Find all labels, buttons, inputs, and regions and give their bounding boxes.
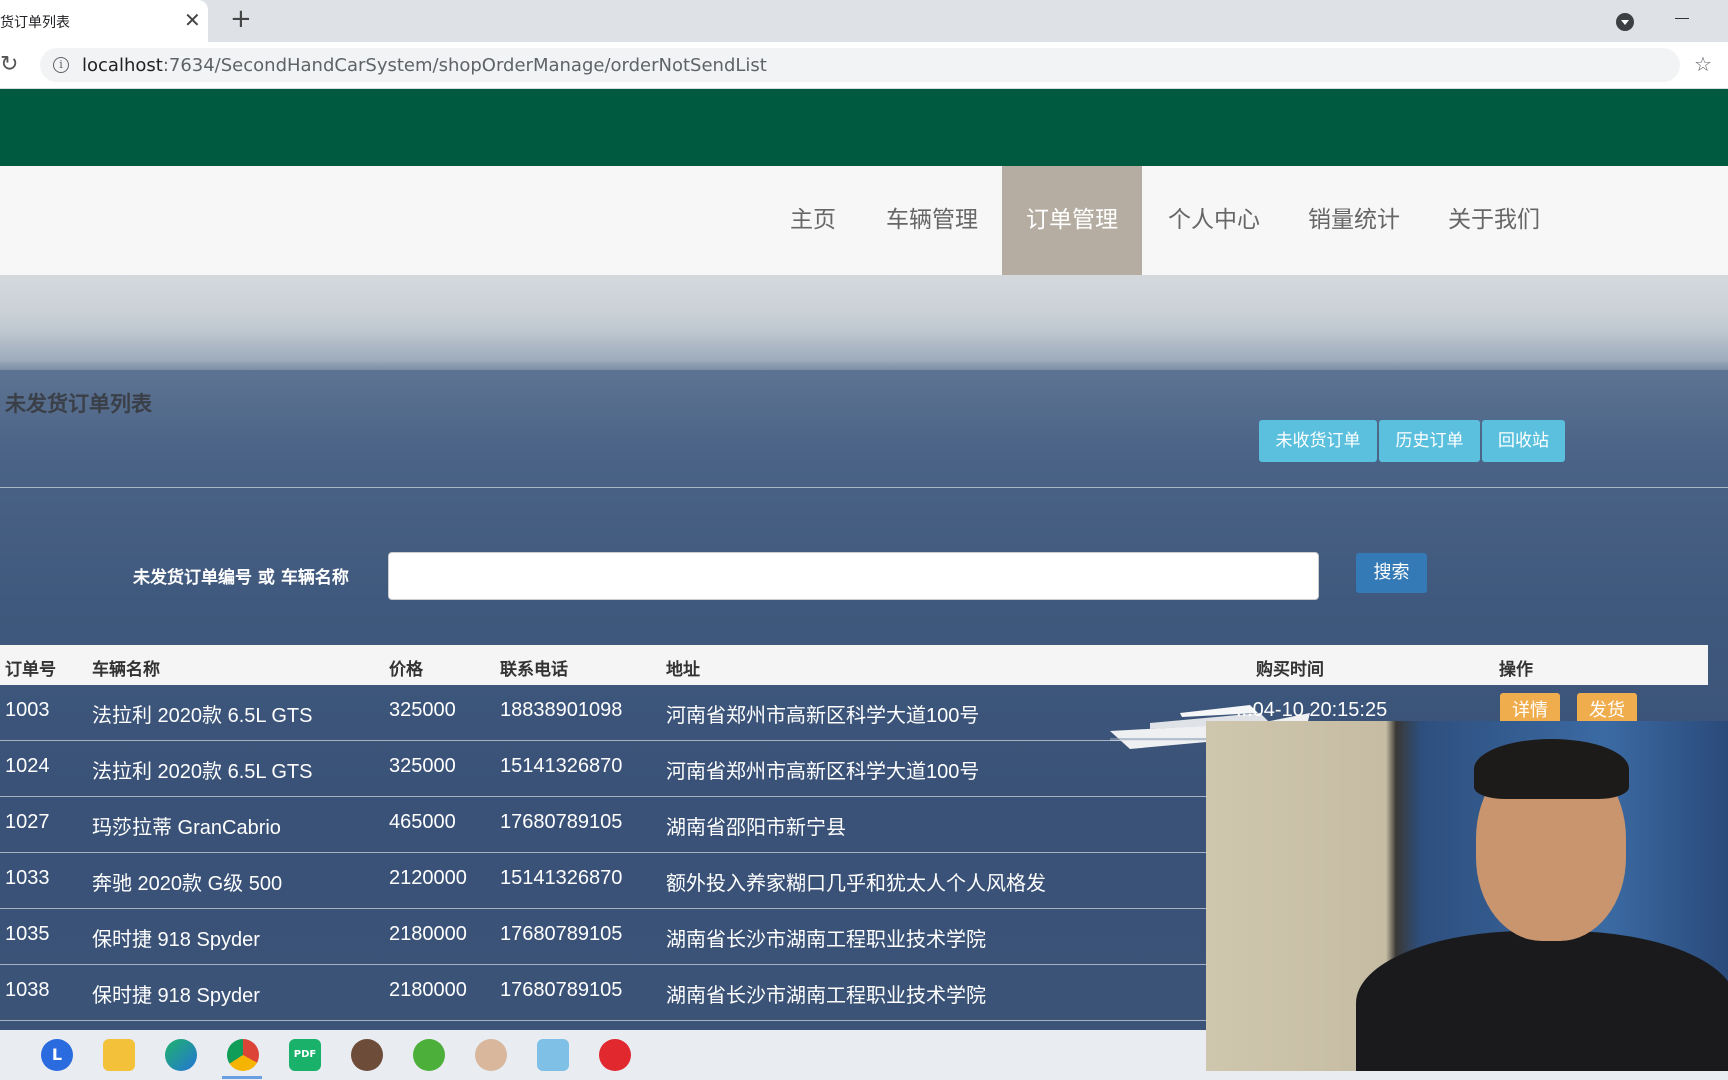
url-host: localhost [82,55,163,76]
column-header-car-name: 车辆名称 [92,660,160,680]
chrome-icon[interactable] [227,1039,259,1071]
browser-tab-bar: 货订单列表 ✕ + [0,0,1728,42]
bookmark-star-icon[interactable]: ☆ [1694,52,1712,76]
car-name: 保时捷 918 Spyder [92,929,260,951]
phone: 17680789105 [500,811,623,833]
address: 河南省郑州市高新区科学大道100号 [666,761,980,783]
avatar-app-icon[interactable] [475,1039,507,1071]
webcam-overlay [1206,721,1728,1071]
order-id: 1035 [5,923,50,945]
price: 2180000 [389,923,467,945]
omnibox[interactable]: i localhost:7634/SecondHandCarSystem/sho… [40,48,1680,82]
column-header-address: 地址 [666,660,700,680]
lenovo-icon[interactable]: L [41,1039,73,1071]
webcam-person-body [1356,931,1728,1071]
tab-search-icon[interactable] [1616,13,1634,31]
search-label: 未发货订单编号 或 车辆名称 [133,568,349,588]
app-icon[interactable] [351,1039,383,1071]
new-tab-icon[interactable]: + [230,4,252,34]
column-header-purchase-time: 购买时间 [1256,660,1324,680]
notes-icon[interactable] [537,1039,569,1071]
table-header: 订单号 车辆名称 价格 联系电话 地址 购买时间 操作 [0,645,1708,685]
divider [0,487,1728,488]
order-id: 1038 [5,979,50,1001]
car-name: 保时捷 918 Spyder [92,985,260,1007]
order-id: 1024 [5,755,50,777]
phone: 17680789105 [500,979,623,1001]
url-text[interactable]: localhost:7634/SecondHandCarSystem/shopO… [82,55,767,76]
pdf-icon[interactable]: PDF [289,1039,321,1071]
address: 湖南省长沙市湖南工程职业技术学院 [666,985,986,1007]
edge-icon[interactable] [165,1039,197,1071]
car-name: 法拉利 2020款 6.5L GTS [92,761,313,783]
search-button[interactable]: 搜索 [1356,553,1427,593]
address: 湖南省长沙市湖南工程职业技术学院 [666,929,986,951]
nav-item-orders[interactable]: 订单管理 [1002,166,1142,275]
active-app-indicator [222,1076,262,1079]
address: 湖南省邵阳市新宁县 [666,817,846,839]
main-nav: 主页 车辆管理 订单管理 个人中心 销量统计 关于我们 [0,166,1728,275]
green-app-icon[interactable] [413,1039,445,1071]
netease-music-icon[interactable] [599,1039,631,1071]
phone: 15141326870 [500,755,623,777]
site-header-band [0,89,1728,166]
recycle-bin-button[interactable]: 回收站 [1482,420,1565,462]
price: 325000 [389,755,456,777]
address: 河南省郑州市高新区科学大道100号 [666,705,980,727]
phone: 15141326870 [500,867,623,889]
nav-item-sales-stats[interactable]: 销量统计 [1296,166,1412,275]
nav-item-about[interactable]: 关于我们 [1436,166,1552,275]
nav-item-vehicles[interactable]: 车辆管理 [874,166,990,275]
address-bar: ↻ i localhost:7634/SecondHandCarSystem/s… [0,42,1728,89]
car-name: 奔驰 2020款 G级 500 [92,873,283,895]
nav-item-home[interactable]: 主页 [772,166,854,275]
column-header-phone: 联系电话 [500,660,568,680]
order-id: 1027 [5,811,50,833]
price: 2120000 [389,867,467,889]
browser-tab[interactable]: 货订单列表 ✕ [0,0,208,42]
column-header-price: 价格 [389,660,423,680]
column-header-actions: 操作 [1499,660,1533,680]
purchase-time: ...04-10 20:15:25 [1236,699,1388,721]
price: 325000 [389,699,456,721]
order-id: 1003 [5,699,50,721]
nav-item-profile[interactable]: 个人中心 [1156,166,1272,275]
price: 465000 [389,811,456,833]
price: 2180000 [389,979,467,1001]
car-name: 法拉利 2020款 6.5L GTS [92,705,313,727]
site-info-icon[interactable]: i [53,57,69,73]
background-horizon [0,315,1728,370]
webcam-person-hair [1474,739,1629,799]
page-title: 未发货订单列表 [5,392,152,416]
tab-title: 货订单列表 [0,15,70,31]
car-name: 玛莎拉蒂 GranCabrio [92,817,281,839]
history-orders-button[interactable]: 历史订单 [1379,420,1480,462]
search-input[interactable] [388,552,1319,600]
url-path: :7634/SecondHandCarSystem/shopOrderManag… [162,55,767,76]
minimize-icon[interactable] [1675,18,1689,19]
tab-close-icon[interactable]: ✕ [184,8,201,32]
column-header-order-id: 订单号 [5,660,56,680]
phone: 18838901098 [500,699,623,721]
reload-icon[interactable]: ↻ [0,52,18,77]
order-id: 1033 [5,867,50,889]
phone: 17680789105 [500,923,623,945]
address: 额外投入养家糊口几乎和犹太人个人风格发 [666,873,1046,895]
file-explorer-icon[interactable] [103,1039,135,1071]
unreceived-orders-button[interactable]: 未收货订单 [1259,420,1377,462]
